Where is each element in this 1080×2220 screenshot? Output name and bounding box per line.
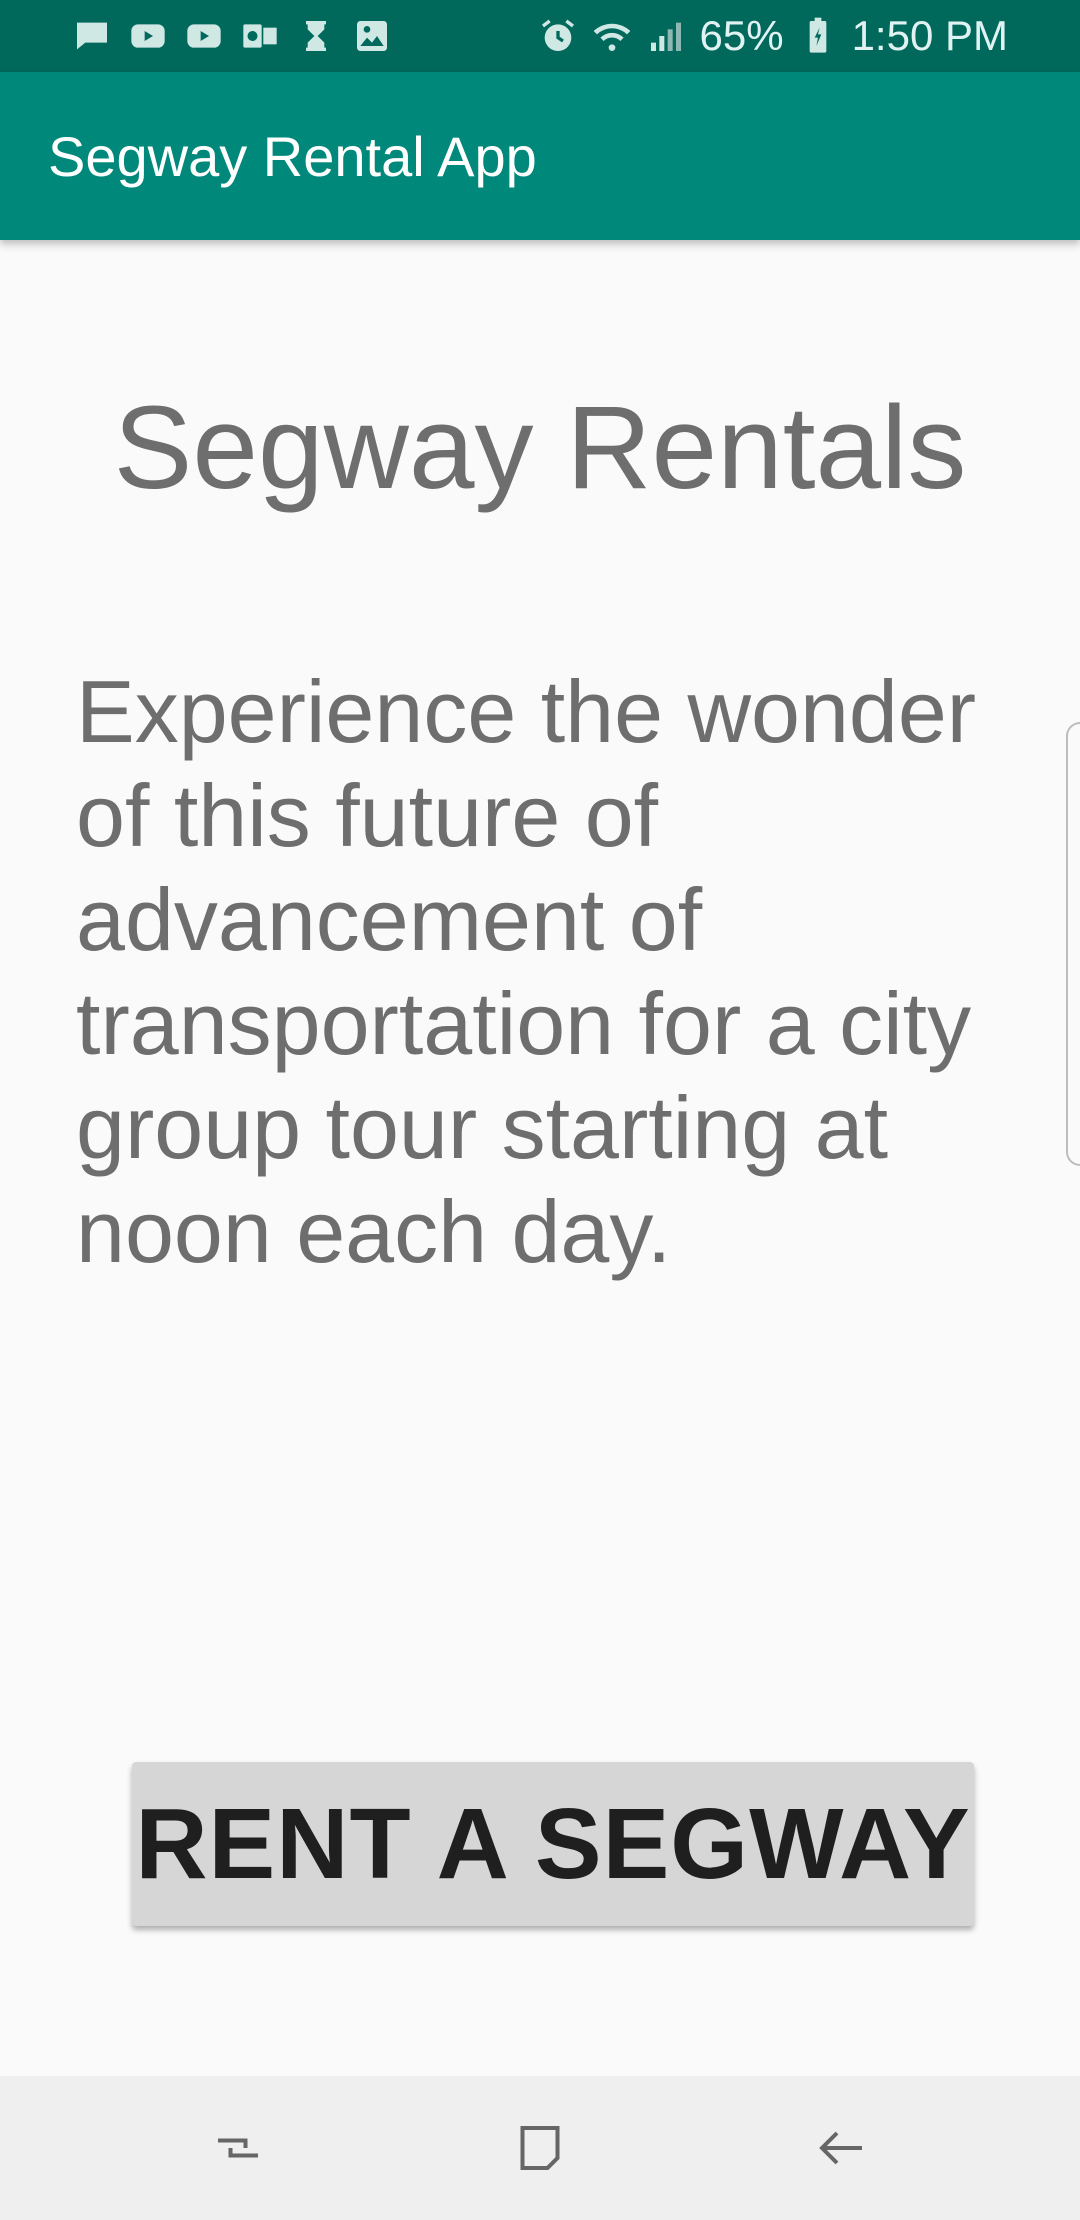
back-icon[interactable] (806, 2112, 878, 2184)
edge-panel-handle[interactable] (1066, 722, 1080, 1166)
hourglass-icon (296, 16, 336, 56)
message-icon (72, 16, 112, 56)
youtube-icon (128, 16, 168, 56)
rent-segway-button[interactable]: RENT A SEGWAY (132, 1762, 974, 1926)
notification-icons (72, 14, 392, 58)
app-bar: Segway Rental App (0, 72, 1080, 240)
tour-description: Experience the wonder of this future of … (76, 662, 977, 1281)
battery-percent: 65% (699, 12, 784, 59)
page-heading: Segway Rentals (113, 382, 967, 514)
youtube-icon (184, 16, 224, 56)
alarm-icon (538, 16, 578, 56)
status-bar: 65% 1:50 PM (0, 0, 1080, 72)
clock: 1:50 PM (851, 12, 1008, 59)
recents-icon[interactable] (202, 2112, 274, 2184)
battery-icon (798, 16, 838, 56)
wifi-icon (592, 16, 632, 56)
system-status: 65% 1:50 PM (538, 10, 1008, 62)
home-icon[interactable] (504, 2112, 576, 2184)
signal-icon (646, 16, 686, 56)
navigation-bar (0, 2076, 1080, 2220)
image-icon (352, 16, 392, 56)
app-title: Segway Rental App (48, 125, 537, 188)
outlook-icon (240, 16, 280, 56)
screen: 65% 1:50 PM Segway Rental App Segway Ren… (0, 0, 1080, 2220)
